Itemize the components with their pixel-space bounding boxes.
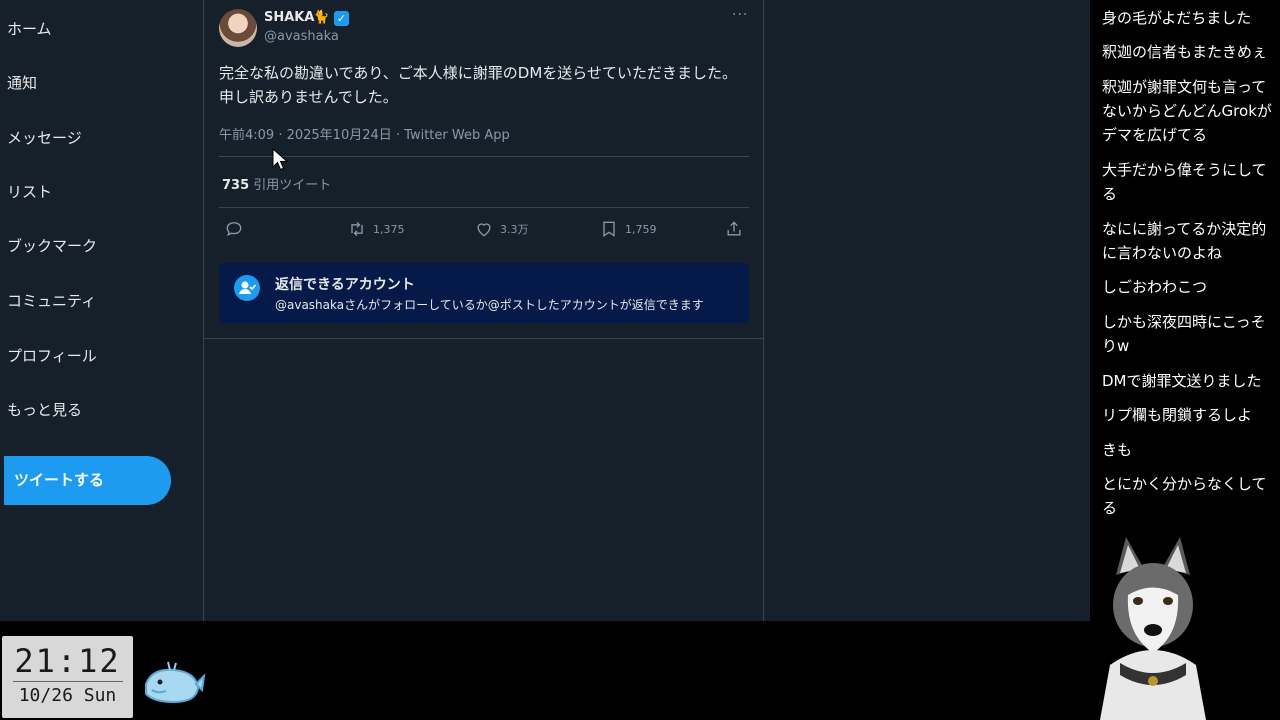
comment-item: 身の毛がよだちました: [1102, 9, 1252, 27]
tweet-button[interactable]: ツイートする: [4, 456, 171, 505]
verified-badge-icon: ✓: [334, 11, 349, 26]
banner-title: 返信できるアカウント: [275, 277, 415, 293]
comment-item: とにかく分からなくしてる: [1102, 475, 1267, 517]
like-button[interactable]: 3.3万: [474, 219, 529, 239]
comment-item: DMで謝罪文送りました: [1102, 372, 1262, 390]
quote-tweets-link[interactable]: 735 引用ツイート: [222, 174, 331, 193]
divider: [219, 207, 749, 208]
retweet-button[interactable]: 1,375: [347, 219, 405, 239]
cat-emoji-icon: 🐈: [313, 10, 330, 25]
comment-item: きも: [1102, 441, 1133, 459]
comment-item: リプ欄も閉鎖するしよ: [1102, 406, 1253, 424]
nav-item-communities[interactable]: コミュニティ: [7, 291, 96, 311]
quote-label: 引用ツイート: [253, 178, 332, 193]
user-check-icon: [234, 275, 260, 301]
retweet-count: 1,375: [373, 222, 405, 236]
comment-item: 大手だから偉そうにしてる: [1102, 161, 1267, 203]
share-icon: [727, 221, 741, 236]
clock-time: 21:12: [14, 642, 121, 680]
bookmark-button[interactable]: 1,759: [599, 219, 657, 239]
more-options-icon[interactable]: ···: [732, 7, 748, 23]
quote-count: 735: [222, 178, 250, 193]
nav-item-profile[interactable]: プロフィール: [7, 346, 97, 366]
nav-item-more[interactable]: もっと見る: [7, 400, 82, 420]
retweet-icon: [351, 221, 363, 237]
nav-item-notifications[interactable]: 通知: [7, 73, 37, 93]
avatar[interactable]: [219, 9, 257, 47]
bookmark-icon: [603, 221, 615, 237]
comment-item: しごおわわこつ: [1102, 278, 1208, 296]
heart-icon: [477, 223, 491, 237]
nav-item-bookmarks[interactable]: ブックマーク: [7, 236, 97, 256]
display-name[interactable]: SHAKA: [264, 10, 314, 25]
comment-item: 釈迦の信者もまたきめぇ: [1102, 43, 1268, 61]
right-column: [764, 0, 1090, 621]
nav-item-messages[interactable]: メッセージ: [7, 128, 82, 148]
comment-item: しかも深夜四時にこっそりw: [1102, 313, 1266, 355]
husky-mascot-image: [1100, 537, 1206, 720]
nav-item-lists[interactable]: リスト: [7, 182, 52, 202]
whale-mascot-icon: [145, 661, 206, 704]
nav-item-home[interactable]: ホーム: [7, 19, 52, 39]
divider: [204, 338, 763, 339]
reply-button[interactable]: [224, 219, 244, 239]
bookmark-count: 1,759: [625, 222, 657, 236]
comment-item: なにに謝ってるか決定的に言わないのよね: [1102, 220, 1267, 262]
tweet-detail: SHAKA 🐈 ✓ @avashaka ··· 完全な私の勘違いであり、ご本人様…: [203, 0, 764, 621]
comment-item: 釈迦が謝罪文何も言ってないからどんどんGrokがデマを広げてる: [1102, 78, 1272, 144]
share-button[interactable]: [724, 219, 744, 239]
reply-icon: [226, 222, 242, 237]
left-sidebar: ホーム 通知 メッセージ リスト ブックマーク コミュニティ プロフィール もっ…: [0, 0, 203, 621]
user-handle[interactable]: @avashaka: [264, 29, 339, 44]
mouse-cursor-icon: [272, 148, 288, 171]
clock-date: 10/26 Sun: [18, 685, 117, 706]
reply-restriction-banner: 返信できるアカウント @avashakaさんがフォローしているか@ポストしたアカ…: [219, 263, 749, 323]
tweet-text: 完全な私の勘違いであり、ご本人様に謝罪のDMを送らせていただきました。申し訳あり…: [219, 64, 737, 106]
clock-widget: 21:12 10/26 Sun: [2, 636, 133, 718]
banner-description: @avashakaさんがフォローしているか@ポストしたアカウントが返信できます: [275, 298, 704, 312]
like-count: 3.3万: [500, 223, 529, 236]
tweet-timestamp[interactable]: 午前4:09 · 2025年10月24日 · Twitter Web App: [219, 124, 510, 143]
clock-divider: [12, 681, 123, 682]
divider: [219, 156, 749, 157]
